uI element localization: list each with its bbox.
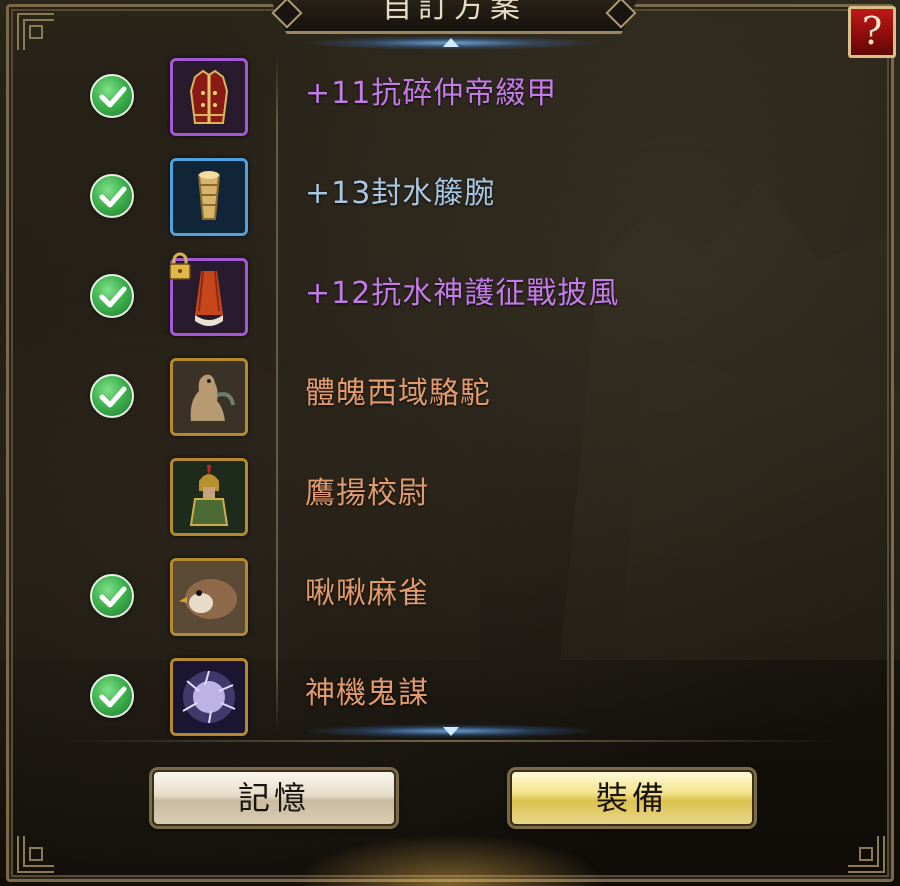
dialog-title: 自訂方案: [382, 0, 526, 25]
footer-glow: [280, 830, 620, 886]
list-item[interactable]: +12抗水神護征戰披風: [60, 244, 820, 344]
list-item[interactable]: 體魄西域駱駝: [60, 344, 820, 444]
bracer-icon[interactable]: [170, 158, 248, 236]
lock-icon: [168, 252, 192, 280]
list-item[interactable]: 啾啾麻雀: [60, 544, 820, 644]
corner-ornament: [16, 12, 56, 52]
soldier-icon[interactable]: [170, 458, 248, 536]
item-name: 神機鬼謀: [305, 676, 429, 711]
help-button[interactable]: ?: [848, 6, 896, 58]
memory-button[interactable]: 記憶: [152, 770, 396, 826]
list-item[interactable]: +11抗碎仲帝綴甲: [60, 44, 820, 144]
arrow-down-icon[interactable]: [443, 727, 459, 736]
list-item[interactable]: +13封水籐腕: [60, 144, 820, 244]
checkmark-icon[interactable]: [90, 374, 134, 418]
equip-button[interactable]: 裝備: [510, 770, 754, 826]
checkmark-icon[interactable]: [90, 674, 134, 718]
checkmark-icon[interactable]: [90, 174, 134, 218]
item-name: 鷹揚校尉: [305, 476, 429, 511]
item-name: +11抗碎仲帝綴甲: [305, 76, 558, 111]
footer-divider: [60, 740, 840, 742]
armor-vest-icon[interactable]: [170, 58, 248, 136]
checkmark-icon[interactable]: [90, 574, 134, 618]
item-name: +12抗水神護征戰披風: [305, 276, 620, 311]
corner-ornament: [16, 834, 56, 874]
checkmark-icon[interactable]: [90, 274, 134, 318]
list-item[interactable]: 鷹揚校尉: [60, 444, 820, 544]
camel-mount-icon[interactable]: [170, 358, 248, 436]
custom-plan-dialog: 自訂方案 ? +11抗碎仲帝綴甲 +13封水籐腕 +12抗水神護征戰披風 體魄西…: [0, 0, 900, 886]
corner-ornament: [846, 834, 886, 874]
item-name: +13封水籐腕: [305, 176, 496, 211]
item-name: 啾啾麻雀: [305, 576, 429, 611]
checkmark-icon[interactable]: [90, 74, 134, 118]
sparrow-icon[interactable]: [170, 558, 248, 636]
item-name: 體魄西域駱駝: [305, 376, 491, 411]
lightning-orb-icon[interactable]: [170, 658, 248, 736]
